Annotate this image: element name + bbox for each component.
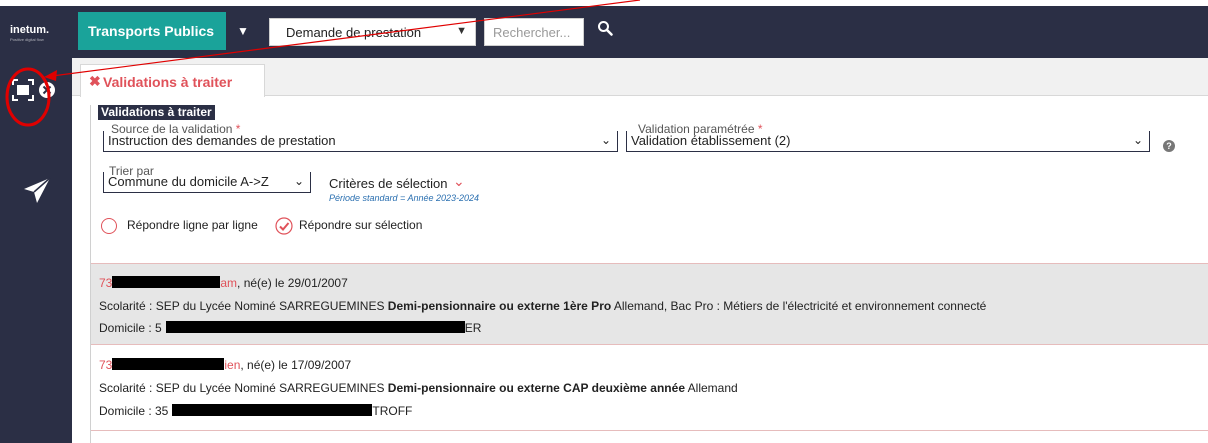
logo-subtitle: Positive digital flow xyxy=(10,37,44,42)
redaction-bar xyxy=(112,358,225,370)
chevron-down-icon: ▼ xyxy=(237,24,249,38)
close-tab-icon[interactable]: ✖ xyxy=(89,73,101,90)
search-icon xyxy=(598,21,613,36)
redaction-bar xyxy=(172,404,373,416)
result-domicile: Domicile : 35 TROFF xyxy=(99,404,412,418)
result-title[interactable]: 73 ien, né(e) le 17/09/2007 xyxy=(99,358,351,372)
criteres-toggle[interactable]: Critères de sélection xyxy=(329,176,448,191)
periode-note: Période standard = Année 2023-2024 xyxy=(329,193,480,203)
source-select-value: Instruction des demandes de prestation xyxy=(108,133,336,148)
module-title-button[interactable]: Transports Publics xyxy=(78,12,226,50)
paper-plane-icon[interactable] xyxy=(22,176,52,206)
main-content: Validations à traiter Source de la valid… xyxy=(90,100,1208,443)
result-scolarite: Scolarité : SEP du Lycée Nominé SARREGUE… xyxy=(99,381,738,395)
domicile-prefix: Domicile : 35 xyxy=(99,404,169,418)
result-title[interactable]: 73 am, né(e) le 29/01/2007 xyxy=(99,276,348,290)
validations-fieldset: Validations à traiter Source de la valid… xyxy=(90,105,1208,443)
scolarite-bold: Demi-pensionnaire ou externe CAP deuxièm… xyxy=(387,381,685,395)
domicile-suffix: TROFF xyxy=(372,404,413,418)
chevron-down-icon: ▼ xyxy=(456,25,467,37)
chevron-down-icon[interactable]: ⌄ xyxy=(453,173,465,190)
scolarite-suffix: Allemand xyxy=(685,381,738,395)
result-id: 73 xyxy=(99,358,113,372)
source-select[interactable]: Instruction des demandes de prestation ⌄ xyxy=(103,131,618,152)
radio-line-by-line[interactable] xyxy=(101,218,117,234)
fullscreen-icon[interactable] xyxy=(12,79,34,101)
help-icon[interactable]: ? xyxy=(1163,140,1175,152)
app-logo[interactable]: inetum. Positive digital flow xyxy=(10,24,49,42)
radio-line-by-line-label: Répondre ligne par ligne xyxy=(127,218,258,232)
tab-label: Validations à traiter xyxy=(103,74,233,90)
scolarite-bold: Demi-pensionnaire ou externe 1ère Pro xyxy=(387,299,612,313)
scolarite-prefix: Scolarité : SEP du Lycée Nominé SARREGUE… xyxy=(99,381,388,395)
search-input[interactable]: Rechercher... xyxy=(484,18,584,46)
domicile-suffix: ER xyxy=(464,321,482,335)
chevron-down-icon: ⌄ xyxy=(600,133,611,147)
result-id: 73 xyxy=(99,276,113,290)
domicile-prefix: Domicile : 5 xyxy=(99,321,162,335)
chevron-down-icon: ⌄ xyxy=(293,174,304,188)
result-dob: , né(e) le 17/09/2007 xyxy=(240,358,352,372)
result-row[interactable]: 73 am, né(e) le 29/01/2007 Scolarité : SE… xyxy=(91,263,1208,345)
close-icon[interactable] xyxy=(38,81,56,99)
result-scolarite: Scolarité : SEP du Lycée Nominé SARREGUE… xyxy=(99,299,986,313)
scolarite-suffix: Allemand, Bac Pro : Métiers de l'électri… xyxy=(611,299,987,313)
result-row[interactable]: 73 ien, né(e) le 17/09/2007 Scolarité : S… xyxy=(91,346,1208,431)
sort-select[interactable]: Commune du domicile A->Z ⌄ xyxy=(103,172,311,193)
result-name-tail: am xyxy=(220,276,238,290)
validation-select[interactable]: Validation établissement (2) ⌄ xyxy=(626,131,1150,152)
prestation-select[interactable]: Demande de prestation ▼ xyxy=(269,18,476,46)
logo-text: inetum. xyxy=(10,24,50,36)
left-sidebar xyxy=(0,58,72,443)
chevron-down-icon: ⌄ xyxy=(1132,133,1143,147)
result-domicile: Domicile : 5 ER xyxy=(99,321,481,335)
tab-validations[interactable]: ✖ Validations à traiter xyxy=(80,64,265,97)
redaction-bar xyxy=(112,276,221,288)
sort-select-value: Commune du domicile A->Z xyxy=(108,174,269,189)
radio-selection-checked[interactable] xyxy=(275,217,293,235)
radio-selection-label: Répondre sur sélection xyxy=(299,218,423,232)
redaction-bar xyxy=(165,321,465,333)
scolarite-prefix: Scolarité : SEP du Lycée Nominé SARREGUE… xyxy=(99,299,388,313)
search-button[interactable] xyxy=(597,20,617,42)
top-navigation-bar: inetum. Positive digital flow Transports… xyxy=(0,6,1208,58)
validation-select-value: Validation établissement (2) xyxy=(631,133,791,148)
result-dob: , né(e) le 29/01/2007 xyxy=(237,276,348,290)
tab-bar: ✖ Validations à traiter xyxy=(72,58,1208,97)
prestation-select-value: Demande de prestation xyxy=(286,25,422,40)
module-menu-button[interactable]: ▼ xyxy=(226,12,260,50)
result-name-tail: ien xyxy=(224,358,241,372)
fieldset-legend: Validations à traiter xyxy=(98,105,215,120)
